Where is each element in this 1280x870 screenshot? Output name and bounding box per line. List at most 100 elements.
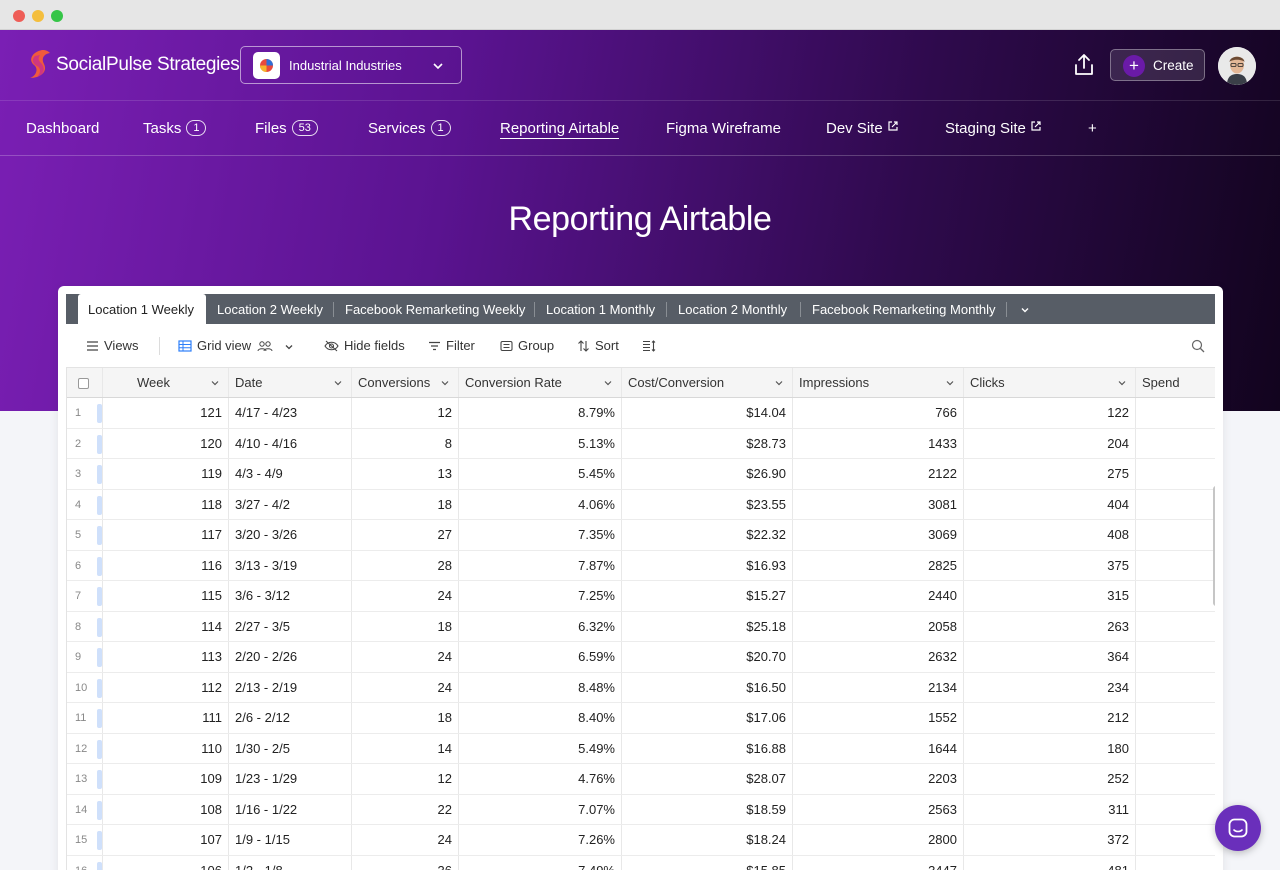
cell-conversions[interactable]: 18 [352, 703, 459, 733]
cell-week[interactable]: 112 [103, 672, 229, 702]
cell-conversion-rate[interactable]: 8.79% [459, 398, 622, 428]
cell-conversions[interactable]: 24 [352, 825, 459, 855]
table-row[interactable]: 16 1061/2 - 1/8367.49%$15.853447481 [67, 855, 1215, 870]
cell-conversion-rate[interactable]: 6.32% [459, 611, 622, 641]
filter-button[interactable]: Filter [428, 338, 475, 353]
cell-cost-per-conversion[interactable]: $28.07 [622, 764, 793, 794]
cell-date[interactable]: 4/3 - 4/9 [229, 459, 352, 489]
cell-conversions[interactable]: 18 [352, 611, 459, 641]
cell-clicks[interactable]: 204 [964, 428, 1136, 458]
cell-conversions[interactable]: 24 [352, 642, 459, 672]
cell-spend[interactable] [1136, 520, 1215, 550]
cell-impressions[interactable]: 1552 [793, 703, 964, 733]
cell-date[interactable]: 2/20 - 2/26 [229, 642, 352, 672]
chat-launcher-button[interactable] [1215, 805, 1261, 851]
cell-clicks[interactable]: 122 [964, 398, 1136, 428]
cell-clicks[interactable]: 372 [964, 825, 1136, 855]
tab-location-2-weekly[interactable]: Location 2 Weekly [217, 294, 323, 324]
cell-date[interactable]: 2/13 - 2/19 [229, 672, 352, 702]
nav-staging-site[interactable]: Staging Site [945, 120, 1042, 137]
cell-clicks[interactable]: 315 [964, 581, 1136, 611]
cell-impressions[interactable]: 2134 [793, 672, 964, 702]
cell-week[interactable]: 121 [103, 398, 229, 428]
cell-conversion-rate[interactable]: 7.87% [459, 550, 622, 580]
share-icon[interactable] [1071, 52, 1097, 78]
table-row[interactable]: 7 115 3/6 - 3/12 24 7.25% $15.27 2440 315 [67, 581, 1215, 612]
cell-cost-per-conversion[interactable]: $15.85 [622, 855, 793, 870]
cell-week[interactable]: 117 [103, 520, 229, 550]
cell-impressions[interactable]: 3069 [793, 520, 964, 550]
cell-cost-per-conversion[interactable]: $28.73 [622, 428, 793, 458]
add-nav-item-button[interactable]: + [1088, 120, 1097, 137]
minimize-window-button[interactable] [32, 10, 44, 22]
cell-date[interactable]: 3/20 - 3/26 [229, 520, 352, 550]
cell-week[interactable]: 109 [103, 764, 229, 794]
cell-spend[interactable] [1136, 551, 1215, 581]
cell-week[interactable]: 108 [103, 794, 229, 824]
cell-week[interactable]: 113 [103, 642, 229, 672]
cell-conversions[interactable]: 24 [352, 581, 459, 611]
table-row[interactable]: 10 112 2/13 - 2/19 24 8.48% $16.50 2134 234 [67, 672, 1215, 703]
cell-impressions[interactable]: 2632 [793, 642, 964, 672]
cell-week[interactable]: 107 [103, 825, 229, 855]
cell-conversions[interactable]: 18 [352, 489, 459, 519]
cell-impressions[interactable]: 2058 [793, 611, 964, 641]
table-row[interactable]: 15 107 1/9 - 1/15 24 7.26% $18.24 2800 372 [67, 825, 1215, 856]
cell-date[interactable]: 1/9 - 1/15 [229, 825, 352, 855]
column-header-week[interactable]: Week [103, 368, 229, 397]
cell-spend[interactable] [1136, 429, 1215, 459]
client-select[interactable]: Industrial Industries [240, 46, 462, 84]
nav-dev-site[interactable]: Dev Site [826, 120, 899, 137]
cell-conversion-rate[interactable]: 6.59% [459, 642, 622, 672]
cell-spend[interactable] [1136, 459, 1215, 489]
table-row[interactable]: 6 116 3/13 - 3/19 28 7.87% $16.93 2825 375 [67, 550, 1215, 581]
cell-clicks[interactable]: 311 [964, 794, 1136, 824]
cell-spend[interactable] [1136, 795, 1215, 825]
chevron-down-icon[interactable] [440, 378, 450, 388]
cell-conversion-rate[interactable]: 5.13% [459, 428, 622, 458]
cell-cost-per-conversion[interactable]: $25.18 [622, 611, 793, 641]
tab-facebook-remarketing-monthly[interactable]: Facebook Remarketing Monthly [812, 294, 996, 324]
select-all-checkbox[interactable] [78, 378, 89, 389]
cell-conversion-rate[interactable]: 5.49% [459, 733, 622, 763]
grid-view-button[interactable]: Grid view [178, 338, 299, 353]
chevron-down-icon[interactable] [1117, 378, 1127, 388]
table-row[interactable]: 2 120 4/10 - 4/16 8 5.13% $28.73 1433 204 [67, 428, 1215, 459]
cell-cost-per-conversion[interactable]: $22.32 [622, 520, 793, 550]
table-row[interactable]: 4 118 3/27 - 4/2 18 4.06% $23.55 3081 404 [67, 489, 1215, 520]
cell-impressions[interactable]: 2800 [793, 825, 964, 855]
table-row[interactable]: 5 117 3/20 - 3/26 27 7.35% $22.32 3069 408 [67, 520, 1215, 551]
cell-conversions[interactable]: 22 [352, 794, 459, 824]
cell-clicks[interactable]: 275 [964, 459, 1136, 489]
cell-conversions[interactable]: 8 [352, 428, 459, 458]
nav-reporting-airtable[interactable]: Reporting Airtable [500, 120, 620, 139]
cell-cost-per-conversion[interactable]: $17.06 [622, 703, 793, 733]
cell-cost-per-conversion[interactable]: $18.24 [622, 825, 793, 855]
cell-week[interactable]: 116 [103, 550, 229, 580]
cell-week[interactable]: 118 [103, 489, 229, 519]
cell-week[interactable]: 114 [103, 611, 229, 641]
cell-conversion-rate[interactable]: 7.26% [459, 825, 622, 855]
cell-conversions[interactable]: 14 [352, 733, 459, 763]
cell-cost-per-conversion[interactable]: $15.27 [622, 581, 793, 611]
views-button[interactable]: Views [86, 338, 138, 353]
nav-files[interactable]: Files 53 [255, 120, 318, 137]
cell-date[interactable]: 4/10 - 4/16 [229, 428, 352, 458]
column-header-date[interactable]: Date [229, 368, 352, 397]
cell-conversions[interactable]: 28 [352, 550, 459, 580]
create-button[interactable]: + Create [1110, 49, 1205, 81]
chevron-down-icon[interactable] [210, 378, 220, 388]
cell-conversions[interactable]: 27 [352, 520, 459, 550]
table-row[interactable]: 11 111 2/6 - 2/12 18 8.40% $17.06 1552 212 [67, 703, 1215, 734]
cell-conversion-rate[interactable]: 4.76% [459, 764, 622, 794]
cell-conversion-rate[interactable]: 8.48% [459, 672, 622, 702]
cell-impressions[interactable]: 766 [793, 398, 964, 428]
cell-spend[interactable] [1136, 825, 1215, 855]
cell-impressions[interactable]: 2122 [793, 459, 964, 489]
cell-cost-per-conversion[interactable]: $26.90 [622, 459, 793, 489]
table-row[interactable]: 8 114 2/27 - 3/5 18 6.32% $25.18 2058 263 [67, 611, 1215, 642]
chevron-down-icon[interactable] [774, 378, 784, 388]
hide-fields-button[interactable]: Hide fields [324, 338, 405, 353]
cell-date[interactable]: 1/2 - 1/8 [229, 855, 352, 870]
cell-cost-per-conversion[interactable]: $14.04 [622, 398, 793, 428]
